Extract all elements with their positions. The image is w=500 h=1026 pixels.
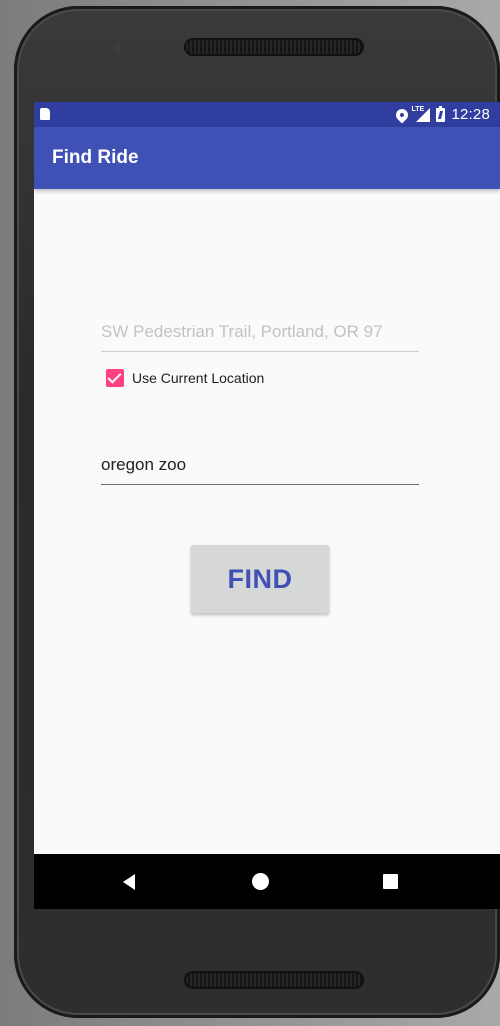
nav-recents-button[interactable]: [350, 854, 430, 909]
destination-field[interactable]: [101, 450, 419, 485]
status-icons: LTE 12:28: [393, 105, 490, 124]
use-current-location-label[interactable]: Use Current Location: [132, 370, 264, 386]
origin-input[interactable]: [101, 317, 419, 347]
home-icon: [251, 873, 269, 890]
sd-card-icon: [40, 108, 50, 120]
battery-icon: [436, 105, 446, 122]
destination-input[interactable]: [101, 450, 419, 480]
status-clock: 12:28: [451, 106, 490, 123]
find-button[interactable]: FIND: [191, 545, 329, 613]
app-title: Find Ride: [52, 147, 139, 168]
nav-home-button[interactable]: [220, 854, 300, 909]
navigation-bar: [34, 854, 500, 909]
device-screen: LTE 12:28 Find Ride Use Current Location…: [34, 102, 500, 909]
origin-field[interactable]: [101, 317, 419, 352]
back-icon: [123, 873, 135, 890]
check-icon: [107, 369, 122, 384]
status-bar: LTE 12:28: [34, 102, 500, 127]
nav-back-button[interactable]: [89, 854, 169, 909]
app-bar: Find Ride: [34, 127, 500, 189]
front-camera: [115, 44, 123, 52]
use-current-location-row[interactable]: Use Current Location: [106, 369, 264, 387]
top-speaker: [184, 38, 364, 56]
bottom-speaker: [184, 971, 364, 989]
use-current-location-checkbox[interactable]: [106, 369, 124, 387]
page: LTE 12:28 Find Ride Use Current Location…: [0, 0, 500, 1026]
recents-icon: [382, 874, 398, 889]
location-icon: [393, 106, 411, 123]
lte-signal-icon: LTE: [411, 105, 431, 122]
network-label: LTE: [411, 105, 425, 113]
